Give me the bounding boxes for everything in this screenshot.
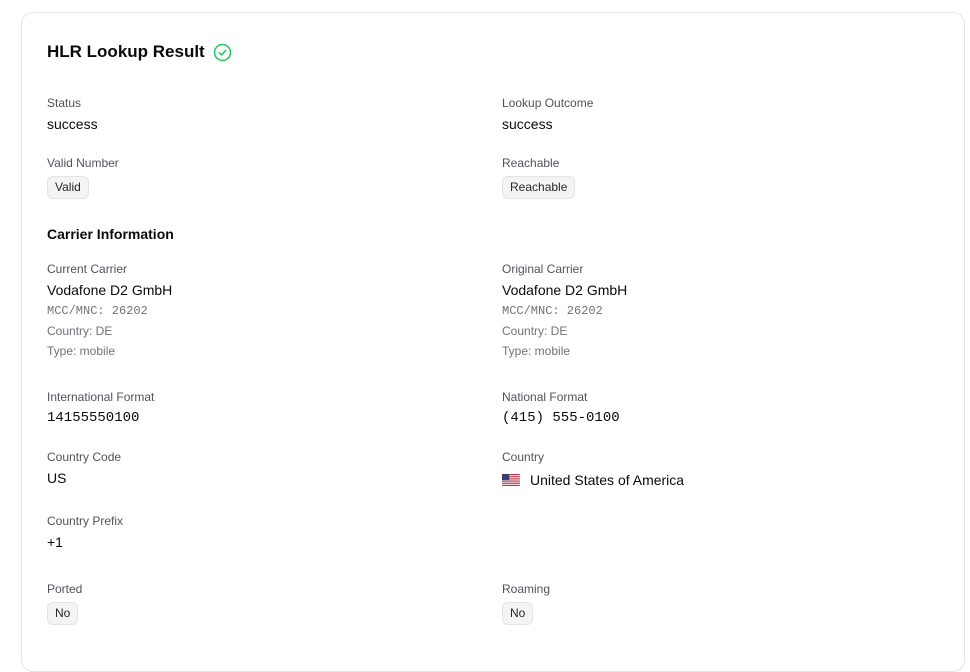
country-prefix-value: +1	[47, 534, 63, 550]
current-carrier-label: Current Carrier	[47, 262, 128, 276]
hlr-result-card: HLR Lookup Result Status success Lookup …	[21, 12, 965, 672]
reachable-badge: Reachable	[502, 176, 576, 199]
lookup-outcome-value: success	[502, 116, 553, 132]
country-prefix-label: Country Prefix	[47, 514, 124, 528]
original-carrier-mcc-mnc: MCC/MNC: 26202	[502, 304, 603, 318]
us-flag-icon	[502, 474, 520, 486]
international-format-value: 14155550100	[47, 410, 140, 426]
ported-badge: No	[47, 602, 79, 625]
country-code-label: Country Code	[47, 450, 122, 464]
national-format-label: National Format	[502, 390, 588, 404]
valid-number-badge: Valid	[47, 176, 89, 199]
original-carrier-country: Country: DE	[502, 324, 568, 338]
current-carrier-type: Type: mobile	[47, 344, 116, 358]
roaming-label: Roaming	[502, 582, 551, 596]
national-format-value: (415) 555-0100	[502, 410, 620, 426]
card-title-text: HLR Lookup Result	[47, 42, 205, 61]
current-carrier-name: Vodafone D2 GmbH	[47, 282, 173, 298]
country-value-row: United States of America	[502, 472, 684, 488]
original-carrier-type: Type: mobile	[502, 344, 571, 358]
valid-number-label: Valid Number	[47, 156, 119, 170]
card-title: HLR Lookup Result	[47, 42, 232, 62]
lookup-outcome-label: Lookup Outcome	[502, 96, 594, 110]
country-value: United States of America	[530, 472, 685, 488]
status-value: success	[47, 116, 98, 132]
country-label: Country	[502, 450, 545, 464]
current-carrier-country: Country: DE	[47, 324, 113, 338]
ported-label: Ported	[47, 582, 83, 596]
status-label: Status	[47, 96, 82, 110]
current-carrier-mcc-mnc: MCC/MNC: 26202	[47, 304, 148, 318]
international-format-label: International Format	[47, 390, 155, 404]
original-carrier-label: Original Carrier	[502, 262, 584, 276]
original-carrier-name: Vodafone D2 GmbH	[502, 282, 628, 298]
roaming-badge: No	[502, 602, 534, 625]
country-code-value: US	[47, 470, 67, 486]
reachable-label: Reachable	[502, 156, 560, 170]
carrier-section-heading: Carrier Information	[47, 226, 174, 242]
check-circle-icon	[213, 43, 231, 61]
